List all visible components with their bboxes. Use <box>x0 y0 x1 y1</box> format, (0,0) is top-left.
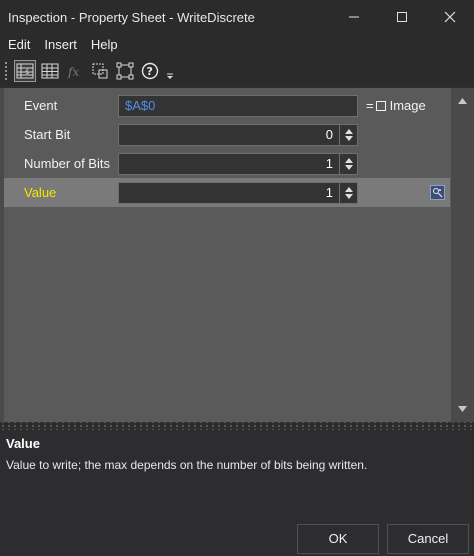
function-button[interactable]: fx <box>64 60 86 82</box>
toolbar-grip-icon[interactable] <box>4 61 8 81</box>
overflow-icon <box>167 73 173 79</box>
close-button[interactable] <box>426 0 474 34</box>
cancel-button[interactable]: Cancel <box>387 524 469 554</box>
group-select-button[interactable] <box>114 60 136 82</box>
property-row-number-of-bits[interactable]: Number of Bits 1 <box>4 149 450 178</box>
equals-icon: = <box>366 98 374 113</box>
select-object-button[interactable] <box>89 60 111 82</box>
toolbar: $ fx ? <box>0 56 474 86</box>
description-panel: Value Value to write; the max depends on… <box>0 430 474 520</box>
table-view-button[interactable] <box>39 60 61 82</box>
svg-text:fx: fx <box>67 65 79 79</box>
menu-insert[interactable]: Insert <box>37 34 84 56</box>
property-label: Value <box>24 185 57 200</box>
spin-up-icon[interactable] <box>344 187 353 192</box>
property-row-event[interactable]: Event $A$0 = Image <box>4 91 450 120</box>
spin-down-icon[interactable] <box>344 194 353 199</box>
image-checkbox-label: Image <box>389 98 426 113</box>
spinner-buttons[interactable] <box>339 183 357 203</box>
function-icon: fx <box>67 65 79 79</box>
window-title: Inspection - Property Sheet - WriteDiscr… <box>8 9 255 25</box>
property-label: Event <box>24 98 58 113</box>
start-bit-spinner[interactable]: 0 <box>118 124 358 146</box>
property-row-start-bit[interactable]: Start Bit 0 <box>4 120 450 149</box>
svg-text:?: ? <box>147 65 153 78</box>
event-value-field[interactable]: $A$0 <box>118 95 358 117</box>
spinner-buttons[interactable] <box>339 154 357 174</box>
image-checkbox[interactable]: = Image <box>366 91 426 120</box>
description-text: Value to write; the max depends on the n… <box>6 458 368 472</box>
select-object-icon <box>92 63 108 79</box>
number-of-bits-value[interactable]: 1 <box>326 156 333 171</box>
help-button[interactable]: ? <box>139 60 161 82</box>
title-bar: Inspection - Property Sheet - WriteDiscr… <box>0 0 474 34</box>
help-icon: ? <box>141 62 159 80</box>
minimize-icon <box>349 16 359 18</box>
scroll-down-icon <box>458 406 467 412</box>
categorized-view-button[interactable]: $ <box>14 60 36 82</box>
spin-up-icon[interactable] <box>344 158 353 163</box>
scroll-down-button[interactable] <box>451 399 474 419</box>
close-icon <box>444 11 456 23</box>
number-of-bits-spinner[interactable]: 1 <box>118 153 358 175</box>
minimize-button[interactable] <box>330 0 378 34</box>
checkbox-icon[interactable] <box>375 100 386 111</box>
menu-edit[interactable]: Edit <box>0 34 37 56</box>
table-view-icon <box>41 63 59 79</box>
value-spinner[interactable]: 1 <box>118 182 358 204</box>
property-label: Start Bit <box>24 127 71 142</box>
property-label: Number of Bits <box>24 156 110 171</box>
spinner-buttons[interactable] <box>339 125 357 145</box>
maximize-button[interactable] <box>378 0 426 34</box>
start-bit-value[interactable]: 0 <box>326 127 333 142</box>
property-row-value[interactable]: Value 1 <box>4 178 450 207</box>
description-title: Value <box>6 436 40 451</box>
menu-help[interactable]: Help <box>84 34 125 56</box>
value-browse-button[interactable] <box>430 185 445 200</box>
ok-button[interactable]: OK <box>297 524 379 554</box>
svg-text:$: $ <box>25 68 29 76</box>
scroll-up-icon <box>458 98 467 104</box>
description-splitter[interactable] <box>0 422 474 430</box>
dialog-footer: OK Cancel <box>0 520 474 556</box>
spin-down-icon[interactable] <box>344 136 353 141</box>
property-grid: Event $A$0 = Image Start Bit 0 Number of… <box>0 88 474 422</box>
menu-bar: Edit Insert Help <box>0 34 474 56</box>
group-select-icon <box>116 62 134 80</box>
maximize-icon <box>397 12 407 22</box>
spin-down-icon[interactable] <box>344 165 353 170</box>
categorized-view-icon: $ <box>16 63 34 79</box>
scroll-up-button[interactable] <box>451 91 474 111</box>
vertical-scrollbar[interactable] <box>451 88 474 422</box>
value-value[interactable]: 1 <box>326 185 333 200</box>
spin-up-icon[interactable] <box>344 129 353 134</box>
tag-browse-icon <box>433 188 443 198</box>
toolbar-overflow-button[interactable] <box>164 60 176 82</box>
